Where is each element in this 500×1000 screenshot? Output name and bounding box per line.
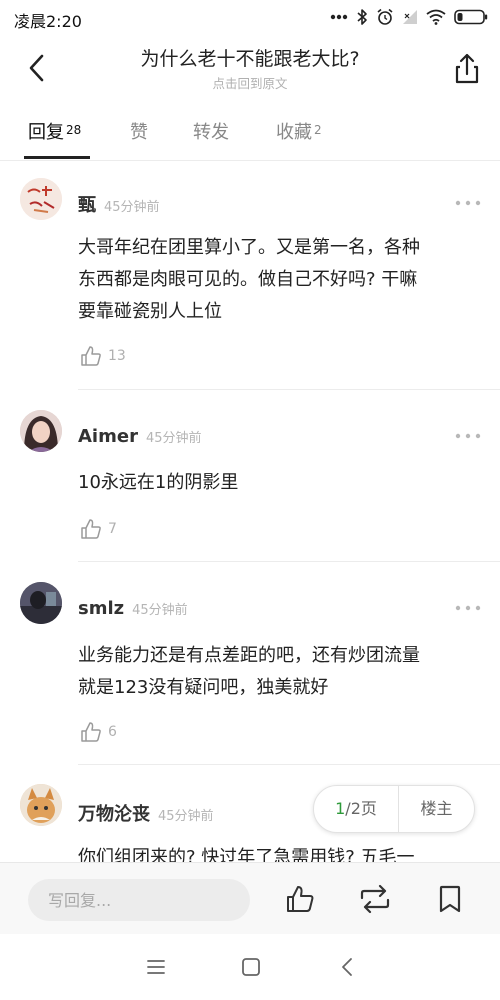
- system-navigation-bar: [0, 934, 500, 1000]
- avatar[interactable]: [20, 582, 62, 624]
- like-count: 7: [108, 521, 117, 537]
- status-time: 凌晨2:20: [14, 12, 82, 31]
- tab-favorites[interactable]: 收藏 2: [276, 118, 322, 144]
- comment-time: 45分钟前: [104, 200, 160, 215]
- username: smlz: [78, 598, 125, 619]
- wifi-icon: [426, 9, 446, 25]
- comment-body: 10永远在1的阴影里: [78, 467, 478, 499]
- tab-likes[interactable]: 赞: [130, 118, 148, 144]
- like-article-button[interactable]: [285, 884, 315, 914]
- active-tab-indicator: [24, 156, 90, 159]
- like-button[interactable]: 13: [80, 344, 126, 368]
- comment-author[interactable]: Aimer 45分钟前: [78, 426, 202, 447]
- status-icons: [330, 6, 488, 28]
- bookmark-button[interactable]: [437, 884, 467, 914]
- comment-author[interactable]: 万物沦丧 45分钟前: [78, 800, 214, 826]
- repost-button[interactable]: [359, 884, 390, 914]
- username: Aimer: [78, 426, 138, 447]
- tab-replies[interactable]: 回复 28: [28, 118, 81, 144]
- thumbs-up-icon: [81, 519, 101, 539]
- header: 为什么老十不能跟老大比? 点击回到原文: [0, 34, 500, 100]
- avatar[interactable]: [20, 784, 62, 826]
- share-icon: [455, 53, 479, 84]
- comment-tabs: 回复 28 赞 转发 收藏 2: [0, 100, 500, 161]
- thumbs-up-icon: [81, 346, 101, 366]
- home-square-icon: [242, 958, 260, 976]
- divider: [78, 389, 500, 390]
- comment-line: 你们组团来的? 快过年了急需用钱? 五毛一: [78, 847, 415, 862]
- battery-icon: [454, 9, 488, 25]
- like-count: 13: [108, 348, 126, 364]
- comment-author[interactable]: 甄 45分钟前: [78, 191, 160, 217]
- bookmark-icon: [439, 885, 461, 913]
- username: 甄: [78, 195, 96, 216]
- comment-time: 45分钟前: [145, 431, 202, 446]
- comment-time: 45分钟前: [158, 809, 214, 824]
- alarm-icon: [377, 8, 393, 25]
- tab-label: 回复: [28, 122, 64, 143]
- comment-line: 大哥年纪在团里算小了。又是第一名，各种: [78, 237, 420, 258]
- signal-icon: [403, 10, 417, 24]
- comment-line: 业务能力还是有点差距的吧，还有炒团流量: [78, 645, 420, 666]
- tab-count: 2: [314, 123, 322, 137]
- tab-reposts[interactable]: 转发: [193, 118, 229, 144]
- like-button[interactable]: 6: [80, 720, 117, 744]
- comment-line: 就是123没有疑问吧，独美就好: [78, 677, 329, 698]
- avatar[interactable]: [20, 178, 62, 220]
- comment-time: 45分钟前: [132, 603, 188, 618]
- menu-icon: [147, 960, 165, 974]
- avatar[interactable]: [20, 410, 62, 452]
- comment-body: 大哥年纪在团里算小了。又是第一名，各种 东西都是肉眼可见的。做自己不好吗? 干嘛…: [78, 232, 478, 328]
- back-triangle-icon: [342, 958, 352, 976]
- username: 万物沦丧: [78, 804, 150, 825]
- like-button[interactable]: 7: [80, 517, 117, 541]
- comment-body: 业务能力还是有点差距的吧，还有炒团流量 就是123没有疑问吧，独美就好: [78, 640, 478, 704]
- tab-label: 赞: [130, 122, 148, 143]
- bluetooth-icon: [357, 9, 367, 25]
- bottom-action-bar: [0, 862, 500, 934]
- status-bar: 凌晨2:20: [0, 0, 500, 34]
- comment-author[interactable]: smlz 45分钟前: [78, 598, 188, 619]
- repost-icon: [360, 884, 390, 914]
- thumbs-up-icon: [81, 722, 101, 742]
- comment-line: 东西都是肉眼可见的。做自己不好吗? 干嘛: [78, 269, 418, 290]
- tab-count: 28: [66, 123, 82, 137]
- tab-label: 收藏: [276, 122, 312, 143]
- more-options-icon[interactable]: [455, 198, 481, 208]
- page-selector-button[interactable]: 1/2页: [314, 786, 399, 832]
- share-button[interactable]: [448, 50, 486, 88]
- comment-line: 10永远在1的阴影里: [78, 472, 239, 493]
- more-options-icon[interactable]: [455, 603, 481, 613]
- back-arrow-icon: [29, 54, 44, 82]
- tab-label: 转发: [193, 122, 229, 143]
- home-button[interactable]: [240, 956, 262, 978]
- menu-button[interactable]: [145, 956, 167, 978]
- system-back-button[interactable]: [336, 956, 358, 978]
- divider: [78, 561, 500, 562]
- comment-body: 你们组团来的? 快过年了急需用钱? 五毛一: [78, 842, 478, 862]
- like-count: 6: [108, 724, 117, 740]
- author-only-button[interactable]: 楼主: [399, 786, 474, 832]
- back-button[interactable]: [22, 48, 56, 88]
- thumbs-up-icon: [287, 886, 314, 912]
- comment-line: 要靠碰瓷别人上位: [78, 301, 222, 322]
- page-navigator: 1/2页 楼主: [313, 785, 475, 833]
- current-page: 1: [335, 799, 346, 818]
- more-dots-icon: [330, 14, 348, 20]
- back-to-article-link[interactable]: 点击回到原文: [70, 73, 430, 92]
- more-options-icon[interactable]: [455, 431, 481, 441]
- page-total: /2页: [345, 799, 377, 818]
- reply-input[interactable]: [28, 879, 250, 921]
- page-title: 为什么老十不能跟老大比?: [140, 48, 360, 70]
